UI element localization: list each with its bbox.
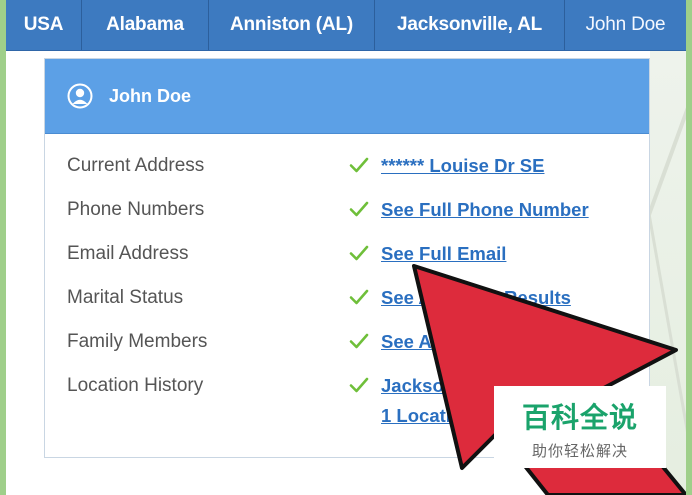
breadcrumb-item-anniston[interactable]: Anniston (AL) bbox=[209, 0, 375, 50]
checkmark-icon bbox=[349, 333, 369, 349]
watermark-subtitle: 助你轻松解决 bbox=[531, 443, 628, 460]
current-address-link[interactable]: ****** Louise Dr SE bbox=[381, 155, 544, 177]
checkmark-icon bbox=[349, 377, 369, 393]
detail-label: Family Members bbox=[67, 331, 208, 352]
breadcrumb-item-jacksonville[interactable]: Jacksonville, AL bbox=[375, 0, 565, 50]
checkmark-icon bbox=[349, 157, 369, 173]
see-full-email-link[interactable]: See Full Email bbox=[381, 243, 506, 265]
panel-header: John Doe bbox=[45, 59, 649, 134]
breadcrumb-item-usa[interactable]: USA bbox=[6, 0, 82, 50]
detail-label: Phone Numbers bbox=[67, 199, 205, 220]
watermark: 百科全说 助你轻松解决 bbox=[494, 386, 666, 468]
detail-row-marital: Marital Status See Available Results bbox=[67, 283, 647, 313]
checkmark-icon bbox=[349, 245, 369, 261]
panel-title: John Doe bbox=[109, 85, 192, 106]
detail-label: Email Address bbox=[67, 243, 189, 264]
detail-label: Marital Status bbox=[67, 287, 184, 308]
breadcrumb: USA Alabama Anniston (AL) Jacksonville, … bbox=[6, 0, 686, 51]
detail-label: Current Address bbox=[67, 155, 205, 176]
user-circle-icon bbox=[67, 83, 93, 109]
marital-results-link[interactable]: See Available Results bbox=[381, 287, 571, 309]
watermark-title: 百科全说 bbox=[521, 402, 638, 433]
checkmark-icon bbox=[349, 289, 369, 305]
detail-row-current-address: Current Address ****** Louise Dr SE bbox=[67, 151, 647, 181]
breadcrumb-item-current: John Doe bbox=[585, 14, 666, 35]
detail-row-email: Email Address See Full Email bbox=[67, 239, 647, 269]
detail-label: Location History bbox=[67, 375, 204, 396]
detail-row-family: Family Members See Available Results bbox=[67, 327, 647, 357]
checkmark-icon bbox=[349, 201, 369, 217]
family-results-link[interactable]: See Available Results bbox=[381, 331, 571, 353]
detail-row-phone: Phone Numbers See Full Phone Number bbox=[67, 195, 647, 225]
see-full-phone-link[interactable]: See Full Phone Number bbox=[381, 199, 589, 221]
breadcrumb-item-alabama[interactable]: Alabama bbox=[82, 0, 209, 50]
